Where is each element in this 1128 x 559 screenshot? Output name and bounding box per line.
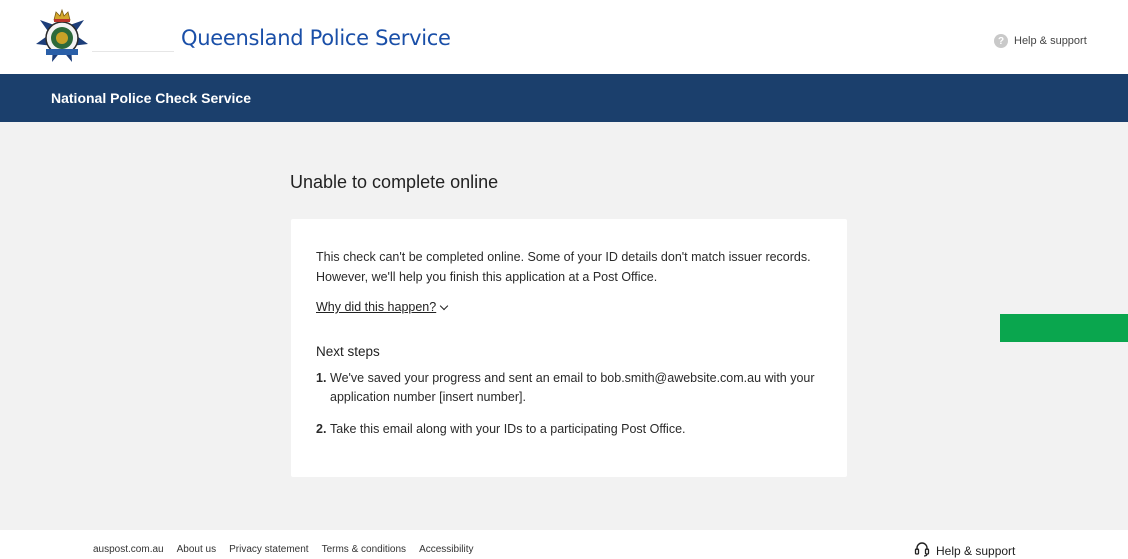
step-text: Take this email along with your IDs to a… <box>330 422 686 436</box>
why-link-label: Why did this happen? <box>316 300 437 314</box>
footer-help-label: Help & support <box>936 543 1016 558</box>
next-steps-heading: Next steps <box>316 344 380 359</box>
message-card: This check can't be completed online. So… <box>291 219 847 477</box>
brand-name[interactable]: Queensland Police Service <box>181 26 451 50</box>
step-number: 1. <box>316 371 327 385</box>
step-item: 1. We've saved your progress and sent an… <box>316 369 826 407</box>
chevron-down-icon <box>439 301 449 310</box>
service-title[interactable]: National Police Check Service <box>51 90 251 106</box>
page-title: Unable to complete online <box>290 172 499 192</box>
footer-link-privacy[interactable]: Privacy statement <box>229 544 308 555</box>
footer-link-accessibility[interactable]: Accessibility <box>419 544 473 555</box>
footer-link-about-us[interactable]: About us <box>177 544 216 555</box>
why-did-this-happen-toggle[interactable]: Why did this happen? <box>316 300 449 314</box>
headset-icon <box>914 541 930 559</box>
help-support-label: Help & support <box>1014 35 1087 47</box>
footer-links: auspost.com.au About us Privacy statemen… <box>93 544 474 555</box>
footer-help-support-link[interactable]: Help & support <box>914 541 1015 559</box>
qps-badge-logo <box>32 6 92 66</box>
top-header: Queensland Police Service ? Help & suppo… <box>0 0 1128 74</box>
service-navbar: National Police Check Service <box>0 74 1128 122</box>
footer: auspost.com.au About us Privacy statemen… <box>0 530 1128 559</box>
message-text: This check can't be completed online. So… <box>316 250 811 284</box>
footer-link-auspost[interactable]: auspost.com.au <box>93 544 164 555</box>
footer-link-terms[interactable]: Terms & conditions <box>322 544 406 555</box>
step-text: We've saved your progress and sent an em… <box>330 371 815 404</box>
logo-divider <box>92 51 174 52</box>
feedback-tab[interactable] <box>1000 314 1128 342</box>
step-item: 2. Take this email along with your IDs t… <box>316 420 826 439</box>
help-support-link[interactable]: ? Help & support <box>994 34 1087 48</box>
question-circle-icon: ? <box>994 34 1008 48</box>
step-number: 2. <box>316 422 327 436</box>
